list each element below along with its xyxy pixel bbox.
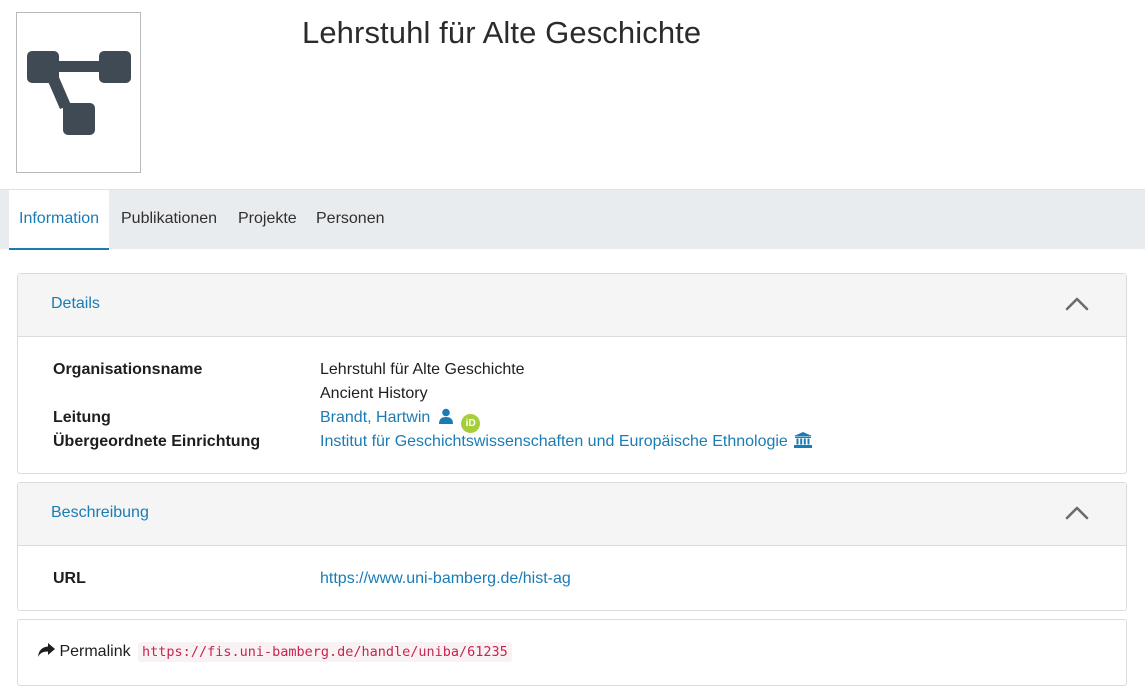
permalink-line: Permalink https://fis.uni-bamberg.de/han… bbox=[38, 642, 512, 662]
page-title: Lehrstuhl für Alte Geschichte bbox=[302, 15, 702, 50]
einrichtung-label: Übergeordnete Einrichtung bbox=[53, 433, 261, 450]
organisationsname-row: Organisationsname Lehrstuhl für Alte Ges… bbox=[53, 358, 1113, 382]
permalink-card: Permalink https://fis.uni-bamberg.de/han… bbox=[17, 619, 1127, 686]
organisationsname-en-row: Ancient History bbox=[53, 382, 1113, 406]
permalink-label: Permalink bbox=[59, 643, 131, 660]
einrichtung-link[interactable]: Institut für Geschichtswissenschaften un… bbox=[320, 433, 788, 450]
chevron-up-icon[interactable] bbox=[1064, 503, 1090, 521]
details-card-header[interactable]: Details bbox=[18, 274, 1126, 337]
organisationsname-label: Organisationsname bbox=[53, 361, 203, 378]
tab-projekte[interactable]: Projekte bbox=[228, 190, 307, 249]
chevron-up-icon[interactable] bbox=[1064, 294, 1090, 312]
details-heading[interactable]: Details bbox=[51, 295, 100, 313]
einrichtung-value: Institut für Geschichtswissenschaften un… bbox=[320, 430, 813, 454]
leitung-label: Leitung bbox=[53, 409, 111, 426]
tab-information[interactable]: Information bbox=[9, 190, 110, 250]
share-icon bbox=[38, 643, 55, 657]
leitung-row: Leitung Brandt, Hartwin iD bbox=[53, 406, 1113, 433]
details-card: Details Organisationsname Lehrstuhl für … bbox=[17, 273, 1127, 474]
url-link[interactable]: https://www.uni-bamberg.de/hist-ag bbox=[320, 570, 571, 587]
tab-publikationen[interactable]: Publikationen bbox=[111, 190, 227, 249]
beschreibung-card-header[interactable]: Beschreibung bbox=[18, 483, 1126, 546]
leitung-person-link[interactable]: Brandt, Hartwin bbox=[320, 409, 430, 426]
institution-icon[interactable] bbox=[794, 432, 813, 448]
url-label: URL bbox=[53, 570, 86, 587]
tab-bar: Information Publikationen Projekte Perso… bbox=[0, 189, 1145, 250]
organisation-logo bbox=[16, 12, 141, 173]
organisationsname-value-en: Ancient History bbox=[320, 385, 428, 402]
permalink-value[interactable]: https://fis.uni-bamberg.de/handle/uniba/… bbox=[138, 642, 512, 662]
organisationsname-value-de: Lehrstuhl für Alte Geschichte bbox=[320, 361, 525, 378]
url-row: URL https://www.uni-bamberg.de/hist-ag bbox=[53, 567, 1113, 591]
leitung-value: Brandt, Hartwin iD bbox=[320, 406, 481, 433]
tab-personen[interactable]: Personen bbox=[306, 190, 395, 249]
page-header: Lehrstuhl für Alte Geschichte bbox=[0, 0, 1145, 189]
einrichtung-row: Übergeordnete Einrichtung Institut für G… bbox=[53, 430, 1113, 454]
person-icon[interactable] bbox=[438, 408, 454, 424]
org-structure-icon bbox=[27, 51, 131, 135]
beschreibung-heading[interactable]: Beschreibung bbox=[51, 504, 149, 522]
beschreibung-card: Beschreibung URL https://www.uni-bamberg… bbox=[17, 482, 1127, 611]
url-value: https://www.uni-bamberg.de/hist-ag bbox=[320, 567, 571, 591]
